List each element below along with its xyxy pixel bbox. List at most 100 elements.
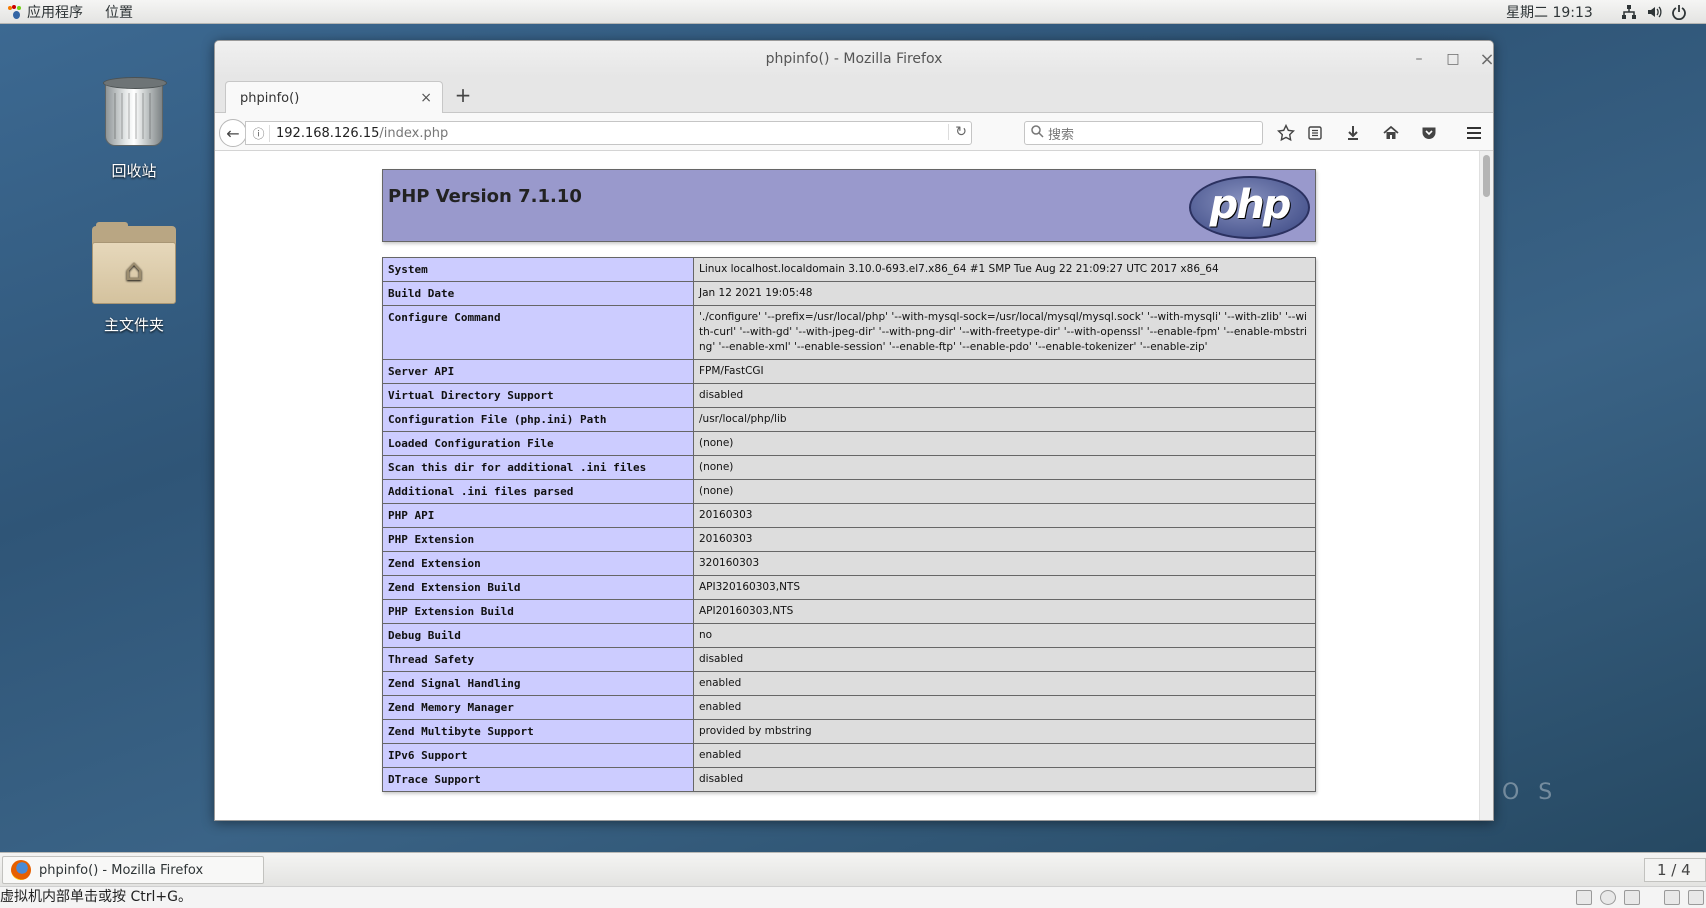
taskbar-item-label: phpinfo() - Mozilla Firefox [39,862,204,878]
table-row: Zend Multibyte Support provided by mbstri… [382,719,1316,744]
php-header: PHP Version 7.1.10 php [382,169,1316,242]
tab-phpinfo[interactable]: phpinfo() × [225,81,443,114]
tab-strip: phpinfo() × + [215,77,1493,114]
download-icon[interactable] [1342,122,1364,144]
window-title: phpinfo() - Mozilla Firefox [765,51,943,67]
vm-hint-text: 虚拟机内部单击或按 Ctrl+G。 [0,889,192,905]
search-icon [1031,124,1044,142]
applications-label: 应用程序 [27,4,83,21]
message-icon[interactable] [1664,890,1680,905]
hdd-icon[interactable] [1576,890,1592,905]
php-logo-text: php [1209,181,1292,228]
pocket-icon[interactable] [1418,122,1440,144]
row-value: FPM/FastCGI [693,359,1316,384]
search-input[interactable]: 搜索 [1024,121,1263,145]
row-value: Linux localhost.localdomain 3.10.0-693.e… [693,257,1316,282]
row-key: Zend Multibyte Support [382,719,694,744]
reading-list-icon[interactable] [1304,122,1326,144]
scrollbar-thumb[interactable] [1483,155,1490,197]
table-row: Virtual Directory Support disabled [382,383,1316,408]
row-value: './configure' '--prefix=/usr/local/php' … [693,305,1316,360]
php-version-title: PHP Version 7.1.10 [388,186,582,207]
taskbar-firefox-item[interactable]: phpinfo() - Mozilla Firefox [2,856,264,884]
workspace-indicator[interactable]: 1 / 4 [1644,858,1706,882]
table-row: Zend Extension Build API320160303,NTS [382,575,1316,600]
row-value: 320160303 [693,551,1316,576]
close-button[interactable]: × [1476,48,1493,70]
table-row: PHP Extension 20160303 [382,527,1316,552]
row-value: API20160303,NTS [693,599,1316,624]
network-icon[interactable] [1620,3,1638,21]
search-placeholder: 搜索 [1048,127,1075,143]
row-key: Zend Signal Handling [382,671,694,696]
row-key: Server API [382,359,694,384]
star-icon[interactable] [1275,122,1297,144]
row-key: PHP Extension Build [382,599,694,624]
row-key: Additional .ini files parsed [382,479,694,504]
tab-close-icon[interactable]: × [420,90,432,106]
trash-icon [103,77,167,146]
volume-icon[interactable] [1645,3,1663,21]
table-row: Scan this dir for additional .ini files(… [382,455,1316,480]
url-bar[interactable]: ⓘ 192.168.126.15/index.php ↻ [245,121,972,145]
url-path: /index.php [379,125,449,141]
php-logo[interactable]: php [1189,176,1310,239]
row-value: Jan 12 2021 19:05:48 [693,281,1316,306]
back-button[interactable]: ← [219,119,247,147]
row-key: DTrace Support [382,767,694,792]
os-watermark: O S [1502,780,1559,805]
row-value: disabled [693,647,1316,672]
display-icon[interactable] [1688,890,1704,905]
top-panel: 应用程序 位置 星期二 19:13 [0,0,1706,24]
row-value: no [693,623,1316,648]
row-value: /usr/local/php/lib [693,407,1316,432]
row-value: enabled [693,671,1316,696]
site-info-icon[interactable]: ⓘ [248,124,270,142]
row-value: enabled [693,695,1316,720]
window-list-bar: phpinfo() - Mozilla Firefox 1 / 4 [0,852,1706,886]
table-row: Debug Build no [382,623,1316,648]
maximize-button[interactable]: □ [1442,48,1464,70]
row-key: Virtual Directory Support [382,383,694,408]
row-value: (none) [693,431,1316,456]
minimize-button[interactable]: – [1408,48,1430,70]
table-row: Zend Memory Manager enabled [382,695,1316,720]
table-row: Thread Safety disabled [382,647,1316,672]
table-row: PHP Extension Build API20160303,NTS [382,599,1316,624]
page-scrollbar[interactable] [1479,151,1493,820]
home-icon[interactable] [1380,122,1402,144]
navigation-bar: ← ⓘ 192.168.126.15/index.php ↻ 搜索 [215,113,1493,151]
row-key: Debug Build [382,623,694,648]
vm-status-bar: 虚拟机内部单击或按 Ctrl+G。 [0,886,1706,908]
cdrom-icon[interactable] [1600,890,1616,905]
desktop-home-folder[interactable]: ⌂ 主文件夹 [79,222,189,335]
table-row: Zend Signal Handling enabled [382,671,1316,696]
table-row: Loaded Configuration File (none) [382,431,1316,456]
row-key: Zend Memory Manager [382,695,694,720]
power-icon[interactable] [1670,3,1688,21]
table-row: Configuration File (php.ini) Path/usr/lo… [382,407,1316,432]
table-row: Configure Command './configure' '--prefix… [382,305,1316,360]
url-host: 192.168.126.15 [276,125,380,141]
reload-icon[interactable]: ↻ [948,124,967,140]
desktop-trash[interactable]: 回收站 [79,77,189,181]
row-key: IPv6 Support [382,743,694,768]
network-adapter-icon[interactable] [1624,890,1640,905]
row-value: disabled [693,383,1316,408]
gnome-foot-icon [8,4,22,19]
places-menu[interactable]: 位置 [105,2,133,22]
firefox-window: phpinfo() - Mozilla Firefox – □ × phpinf… [214,40,1494,821]
table-row: DTrace Support disabled [382,767,1316,792]
table-row: Zend Extension 320160303 [382,551,1316,576]
row-value: API320160303,NTS [693,575,1316,600]
php-info-table: System Linux localhost.localdomain 3.10.0… [382,257,1316,792]
table-row: Server API FPM/FastCGI [382,359,1316,384]
menu-icon[interactable] [1463,122,1485,144]
trash-label: 回收站 [111,162,157,180]
clock[interactable]: 星期二 19:13 [1506,2,1593,22]
applications-menu[interactable]: 应用程序 [8,2,83,22]
table-row: System Linux localhost.localdomain 3.10.0… [382,257,1316,282]
row-key: Thread Safety [382,647,694,672]
new-tab-button[interactable]: + [451,83,475,107]
window-titlebar[interactable]: phpinfo() - Mozilla Firefox – □ × [215,41,1493,77]
